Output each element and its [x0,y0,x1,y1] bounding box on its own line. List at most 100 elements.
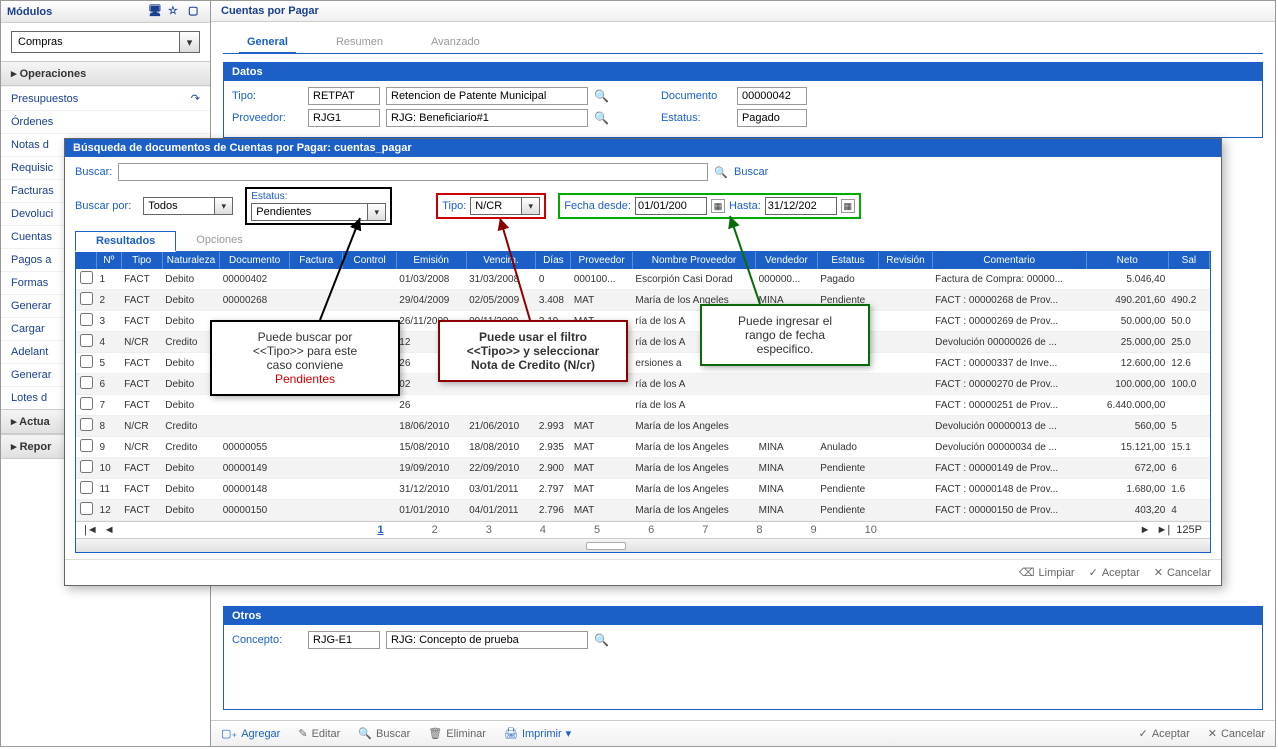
table-row[interactable]: 11FACTDebito0000014831/12/201003/01/2011… [76,479,1210,500]
imprimir-button[interactable]: 🖨Imprimir ▾ [504,727,571,740]
row-checkbox[interactable] [80,355,93,368]
row-checkbox[interactable] [80,334,93,347]
module-combo[interactable]: ▾ [11,31,200,53]
column-header[interactable] [76,252,97,269]
aceptar-button[interactable]: ✓Aceptar [1139,727,1190,740]
next-page-icon[interactable]: ► [1140,524,1151,536]
aceptar-button[interactable]: ✓Aceptar [1089,566,1140,579]
concepto-desc-field[interactable] [386,631,588,649]
hasta-input[interactable] [765,197,837,215]
limpiar-button[interactable]: ⌫Limpiar [1019,566,1075,579]
table-row[interactable]: 1FACTDebito0000040201/03/200831/03/20080… [76,269,1210,290]
table-row[interactable]: 8N/CRCredito18/06/201021/06/20102.993MAT… [76,416,1210,437]
page-number[interactable]: 10 [865,524,877,536]
monitor-icon[interactable]: 🖥 [148,4,164,20]
estatus-select[interactable]: ▾ [251,203,386,221]
column-header[interactable]: Proveedor [571,252,633,269]
agregar-button[interactable]: ▢₊Agregar [221,727,280,740]
buscar-link[interactable]: Buscar [734,166,768,178]
calendar-icon[interactable]: ▦ [841,199,855,213]
cancelar-button[interactable]: ✕Cancelar [1154,566,1211,579]
calendar-icon[interactable]: ▦ [711,199,725,213]
column-header[interactable]: Tipo [121,252,162,269]
buscar-button[interactable]: 🔍Buscar [358,727,410,740]
row-checkbox[interactable] [80,397,93,410]
row-checkbox[interactable] [80,439,93,452]
search-icon[interactable]: 🔍 [594,111,609,125]
chevron-down-icon[interactable]: ▾ [367,204,385,220]
row-checkbox[interactable] [80,502,93,515]
page-number[interactable]: 3 [486,524,492,536]
row-checkbox[interactable] [80,313,93,326]
page-number[interactable]: 9 [810,524,816,536]
tipo-code-field[interactable] [308,87,380,105]
row-checkbox[interactable] [80,460,93,473]
cancelar-button[interactable]: ✕Cancelar [1208,727,1265,740]
page-number[interactable]: 8 [756,524,762,536]
tab-general[interactable]: General [239,32,296,54]
tab-opciones[interactable]: Opciones [176,231,262,251]
page-number[interactable]: 7 [702,524,708,536]
column-header[interactable]: Factura [290,252,343,269]
row-checkbox[interactable] [80,271,93,284]
tab-avanzado[interactable]: Avanzado [423,32,488,53]
note-icon[interactable]: ▢ [188,4,204,20]
column-header[interactable]: Documento [220,252,290,269]
column-header[interactable]: Control [343,252,396,269]
column-header[interactable]: Estatus [817,252,879,269]
tipo-select[interactable]: ▾ [470,197,540,215]
table-row[interactable]: 12FACTDebito0000015001/01/201004/01/2011… [76,500,1210,521]
fecha-desde-input[interactable] [635,197,707,215]
row-checkbox[interactable] [80,418,93,431]
proveedor-desc-field[interactable] [386,109,588,127]
eliminar-button[interactable]: 🗑Eliminar [428,727,486,740]
column-header[interactable]: Nombre Proveedor [632,252,755,269]
table-row[interactable]: 7FACTDebito26ría de los AFACT : 00000251… [76,395,1210,416]
row-checkbox[interactable] [80,481,93,494]
search-icon[interactable]: 🔍 [714,166,728,179]
first-page-icon[interactable]: |◄ [84,524,98,536]
page-number[interactable]: 4 [540,524,546,536]
last-page-icon[interactable]: ►| [1157,524,1171,536]
column-header[interactable]: Neto [1086,252,1168,269]
concepto-code-field[interactable] [308,631,380,649]
chevron-down-icon[interactable]: ▾ [521,198,539,214]
sidebar-item[interactable]: Presupuestos↷ [1,86,210,110]
table-row[interactable]: 10FACTDebito0000014919/09/201022/09/2010… [76,458,1210,479]
row-checkbox[interactable] [80,292,93,305]
editar-button[interactable]: ✎Editar [298,727,340,740]
tab-resultados[interactable]: Resultados [75,231,176,252]
page-number[interactable]: 1 [377,524,383,536]
column-header[interactable]: Días [536,252,571,269]
tipo-desc-field[interactable] [386,87,588,105]
column-header[interactable]: Vencim. [466,252,536,269]
column-header[interactable]: Emisión [396,252,466,269]
column-header[interactable]: Naturaleza [162,252,219,269]
row-checkbox[interactable] [80,376,93,389]
horizontal-scrollbar[interactable] [76,538,1210,552]
column-header[interactable]: Nº [97,252,122,269]
column-header[interactable]: Comentario [932,252,1086,269]
search-icon[interactable]: 🔍 [594,89,609,103]
page-number[interactable]: 6 [648,524,654,536]
tab-resumen[interactable]: Resumen [328,32,391,53]
sidebar-item[interactable]: Órdenes [1,110,210,133]
prev-page-icon[interactable]: ◄ [104,524,115,536]
column-header[interactable]: Revisión [879,252,932,269]
column-header[interactable]: Sal [1168,252,1209,269]
sidebar-item[interactable]: ▸ Operaciones [1,61,210,86]
module-combo-input[interactable] [12,32,179,52]
page-number[interactable]: 2 [432,524,438,536]
chevron-down-icon[interactable]: ▾ [214,198,232,214]
buscar-por-select[interactable]: ▾ [143,197,233,215]
table-row[interactable]: 2FACTDebito0000026829/04/200902/05/20093… [76,290,1210,311]
buscar-input[interactable] [118,163,708,181]
page-number[interactable]: 5 [594,524,600,536]
proveedor-code-field[interactable] [308,109,380,127]
documento-field[interactable] [737,87,807,105]
star-icon[interactable]: ☆ [168,4,184,20]
search-icon[interactable]: 🔍 [594,633,609,647]
chevron-down-icon[interactable]: ▾ [179,32,199,52]
column-header[interactable]: Vendedor [756,252,818,269]
table-row[interactable]: 9N/CRCredito0000005515/08/201018/08/2010… [76,437,1210,458]
